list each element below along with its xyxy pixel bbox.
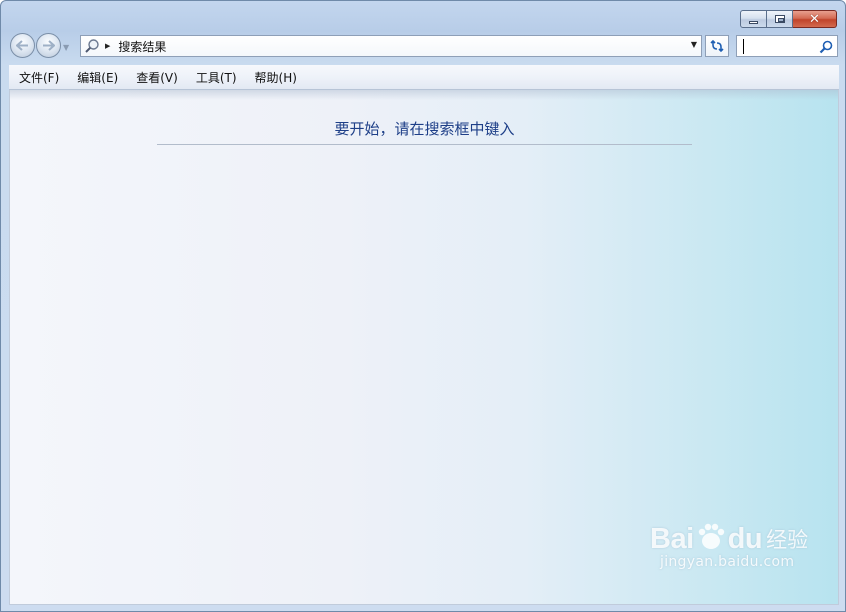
watermark-url: jingyan.baidu.com	[660, 554, 795, 570]
breadcrumb-arrow-icon[interactable]: ▶	[105, 42, 110, 50]
address-dropdown-icon[interactable]: ▼	[691, 40, 697, 49]
minimize-icon	[749, 20, 758, 24]
navigation-buttons: ▼	[10, 33, 69, 58]
menu-file[interactable]: 文件(F)	[9, 69, 67, 86]
refresh-icon	[710, 39, 724, 53]
search-box[interactable]	[736, 35, 838, 57]
caption-buttons: ✕	[740, 10, 837, 29]
forward-button[interactable]	[36, 33, 61, 58]
text-caret	[743, 39, 744, 54]
pane-top-shadow	[10, 90, 838, 100]
minimize-button[interactable]	[740, 10, 767, 28]
search-input[interactable]	[741, 38, 821, 56]
watermark-label: 经验	[766, 528, 809, 552]
empty-search-prompt: 要开始，请在搜索框中键入	[334, 120, 515, 138]
search-icon[interactable]	[819, 39, 833, 58]
forward-arrow-icon	[43, 40, 55, 51]
watermark-brand-right: du	[727, 522, 763, 555]
back-arrow-icon	[16, 40, 28, 51]
address-bar[interactable]: ▶ 搜索结果 ▼	[80, 35, 702, 57]
maximize-button[interactable]	[767, 10, 793, 28]
watermark-brand-left: Bai	[650, 522, 694, 555]
recent-pages-dropdown[interactable]: ▼	[63, 43, 69, 52]
menu-tools[interactable]: 工具(T)	[186, 69, 245, 86]
menu-edit[interactable]: 编辑(E)	[67, 69, 126, 86]
prompt-divider	[157, 144, 692, 145]
refresh-button[interactable]	[705, 35, 729, 57]
search-results-pane: 要开始，请在搜索框中键入 Bai du 经验 jingyan.baidu.com	[9, 90, 839, 605]
menu-bar: 文件(F) 编辑(E) 查看(V) 工具(T) 帮助(H)	[9, 65, 839, 90]
breadcrumb-search-results[interactable]: 搜索结果	[118, 38, 166, 55]
maximize-icon	[774, 15, 785, 23]
magnifier-icon	[81, 38, 103, 54]
menu-help[interactable]: 帮助(H)	[245, 69, 305, 86]
close-icon: ✕	[809, 11, 820, 27]
paw-icon	[696, 522, 726, 556]
back-button[interactable]	[10, 33, 35, 58]
menu-view[interactable]: 查看(V)	[126, 69, 186, 86]
baidu-jingyan-watermark: Bai du 经验 jingyan.baidu.com	[650, 522, 825, 571]
close-button[interactable]: ✕	[793, 10, 837, 28]
explorer-window: ✕ ▼ ▶ 搜索结果 ▼ 文件(F) 编辑(E) 查看(V) 工具(T) 帮助(…	[0, 0, 846, 612]
